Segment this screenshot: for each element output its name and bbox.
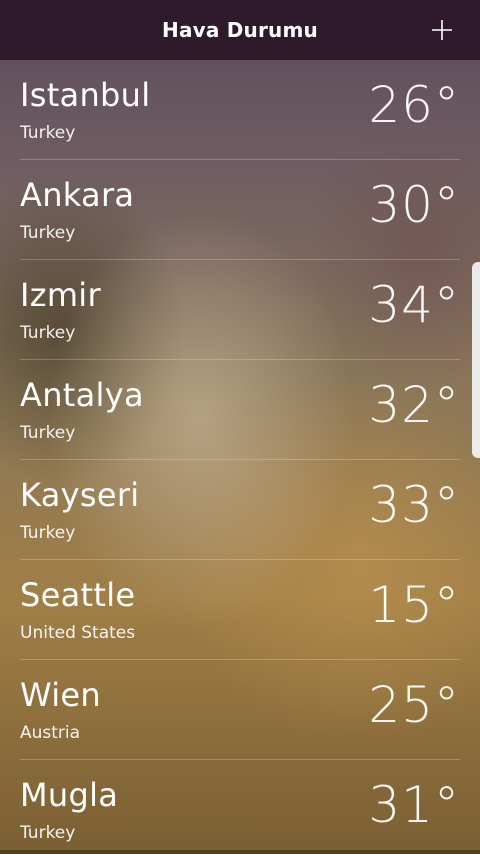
app-title: Hava Durumu xyxy=(162,18,318,42)
country-name: United States xyxy=(20,623,136,643)
bottom-shadow xyxy=(0,850,480,854)
city-row-ankara[interactable]: Ankara Turkey 30° xyxy=(20,160,460,260)
city-name: Seattle xyxy=(20,576,136,614)
add-city-button[interactable] xyxy=(424,12,460,48)
temperature: 34° xyxy=(368,276,460,334)
city-row-istanbul[interactable]: Istanbul Turkey 26° xyxy=(20,60,460,160)
country-name: Turkey xyxy=(20,223,76,243)
city-name: Izmir xyxy=(20,276,101,314)
country-name: Turkey xyxy=(20,123,76,143)
city-name: Istanbul xyxy=(20,76,151,114)
temperature: 30° xyxy=(368,176,460,234)
city-row-antalya[interactable]: Antalya Turkey 32° xyxy=(20,360,460,460)
temperature: 32° xyxy=(368,376,460,434)
city-row-mugla[interactable]: Mugla Turkey 31° xyxy=(20,760,460,854)
city-name: Wien xyxy=(20,676,101,714)
city-list: Istanbul Turkey 26° Ankara Turkey 30° Iz… xyxy=(0,60,480,854)
country-name: Austria xyxy=(20,723,81,743)
city-row-kayseri[interactable]: Kayseri Turkey 33° xyxy=(20,460,460,560)
country-name: Turkey xyxy=(20,323,76,343)
plus-icon xyxy=(432,20,452,40)
city-row-seattle[interactable]: Seattle United States 15° xyxy=(20,560,460,660)
city-row-wien[interactable]: Wien Austria 25° xyxy=(20,660,460,760)
weather-screen: Hava Durumu Istanbul Turkey 26° Ankara T… xyxy=(0,0,480,854)
temperature: 31° xyxy=(368,776,460,834)
temperature: 33° xyxy=(368,476,460,534)
temperature: 25° xyxy=(368,676,460,734)
city-name: Kayseri xyxy=(20,476,140,514)
temperature: 26° xyxy=(368,76,460,134)
city-name: Antalya xyxy=(20,376,144,414)
temperature: 15° xyxy=(368,576,460,634)
city-name: Mugla xyxy=(20,776,119,814)
country-name: Turkey xyxy=(20,823,76,843)
country-name: Turkey xyxy=(20,523,76,543)
app-header: Hava Durumu xyxy=(0,0,480,60)
country-name: Turkey xyxy=(20,423,76,443)
edge-panel-handle[interactable] xyxy=(472,262,480,458)
city-name: Ankara xyxy=(20,176,135,214)
city-row-izmir[interactable]: Izmir Turkey 34° xyxy=(20,260,460,360)
